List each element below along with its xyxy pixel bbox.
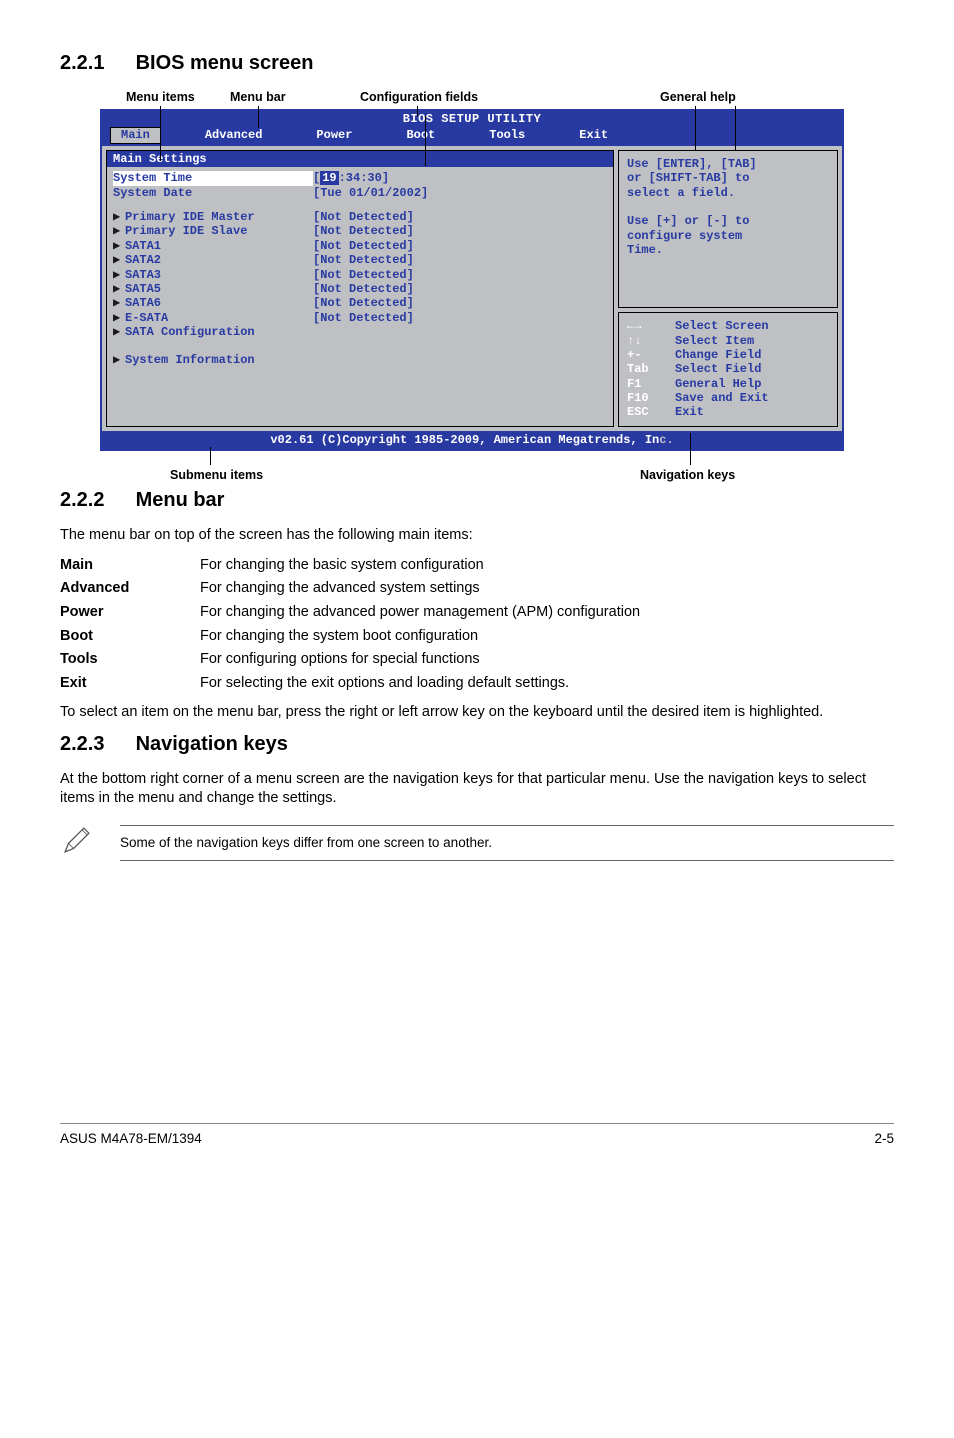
device-value: [Not Detected] (313, 296, 414, 310)
device-value: [Not Detected] (313, 253, 414, 267)
section-222-outro: To select an item on the menu bar, press… (60, 703, 894, 723)
chevron-right-icon: ▶ (113, 325, 125, 339)
section-title: Menu bar (136, 489, 225, 511)
desc-row: AdvancedFor changing the advanced system… (60, 577, 640, 601)
system-time-label: System Time (113, 171, 313, 185)
callout-menu-bar: Menu bar (230, 89, 286, 106)
callout-general-help: General help (660, 89, 736, 106)
bios-right-pane: Use [ENTER], [TAB] or [SHIFT-TAB] to sel… (618, 150, 838, 427)
sata-config-label: SATA Configuration (125, 325, 255, 339)
nav-key-row: F1General Help (627, 377, 829, 391)
chevron-right-icon: ▶ (113, 311, 125, 325)
tab-boot[interactable]: Boot (396, 127, 445, 143)
tab-tools[interactable]: Tools (479, 127, 535, 143)
section-title: Navigation keys (136, 733, 288, 755)
chevron-right-icon: ▶ (113, 239, 125, 253)
row-device[interactable]: ▶SATA3[Not Detected] (113, 268, 607, 282)
system-date-value: [Tue 01/01/2002] (313, 186, 428, 200)
desc-row: ExitFor selecting the exit options and l… (60, 672, 640, 696)
footer-right: 2-5 (874, 1130, 894, 1148)
system-time-value: [19:34:30] (313, 171, 389, 185)
page-footer: ASUS M4A78-EM/1394 2-5 (60, 1123, 894, 1148)
nav-key-row: ←→Select Screen (627, 319, 829, 333)
section-number: 2.2.3 (60, 731, 130, 758)
desc-row: BootFor changing the system boot configu… (60, 625, 640, 649)
section-title: BIOS menu screen (136, 52, 314, 74)
bios-nav-keys: ←→Select Screen↑↓Select Item+-Change Fie… (618, 312, 838, 427)
chevron-right-icon: ▶ (113, 282, 125, 296)
bios-screen: BIOS SETUP UTILITY Main Advanced Power B… (100, 109, 844, 451)
section-number: 2.2.1 (60, 50, 130, 77)
chevron-right-icon: ▶ (113, 353, 125, 367)
row-device[interactable]: ▶SATA2[Not Detected] (113, 253, 607, 267)
bios-left-pane: Main Settings System Time [19:34:30] Sys… (106, 150, 614, 427)
callout-row-top: Menu items Menu bar Configuration fields… (100, 89, 840, 109)
chevron-right-icon: ▶ (113, 268, 125, 282)
device-value: [Not Detected] (313, 282, 414, 296)
system-info-label: System Information (125, 353, 255, 367)
tab-main[interactable]: Main (110, 127, 161, 143)
section-heading-222: 2.2.2 Menu bar (60, 487, 894, 514)
callout-config-fields: Configuration fields (360, 89, 478, 106)
row-system-info[interactable]: ▶System Information (113, 353, 607, 367)
note-text: Some of the navigation keys differ from … (120, 825, 894, 861)
row-device[interactable]: ▶SATA5[Not Detected] (113, 282, 607, 296)
menu-bar-desc-table: MainFor changing the basic system config… (60, 554, 640, 695)
nav-key-row: F10Save and Exit (627, 391, 829, 405)
device-value: [Not Detected] (313, 239, 414, 253)
section-heading-223: 2.2.3 Navigation keys (60, 731, 894, 758)
section-223-body: At the bottom right corner of a menu scr… (60, 770, 894, 809)
device-value: [Not Detected] (313, 224, 414, 238)
section-number: 2.2.2 (60, 487, 130, 514)
tab-advanced[interactable]: Advanced (195, 127, 273, 143)
nav-key-row: ↑↓Select Item (627, 334, 829, 348)
note-box: Some of the navigation keys differ from … (60, 823, 894, 864)
desc-row: MainFor changing the basic system config… (60, 554, 640, 578)
chevron-right-icon: ▶ (113, 296, 125, 310)
bios-menubar: Main Advanced Power Boot Tools Exit (102, 127, 842, 145)
row-system-time[interactable]: System Time [19:34:30] (113, 171, 607, 185)
device-value: [Not Detected] (313, 311, 414, 325)
callout-row-bottom: Submenu items Navigation keys (100, 451, 840, 487)
callout-menu-items: Menu items (126, 89, 195, 106)
row-device[interactable]: ▶Primary IDE Slave[Not Detected] (113, 224, 607, 238)
chevron-right-icon: ▶ (113, 253, 125, 267)
callout-navkeys: Navigation keys (640, 467, 735, 484)
footer-left: ASUS M4A78-EM/1394 (60, 1130, 202, 1148)
nav-key-row: TabSelect Field (627, 362, 829, 376)
row-device[interactable]: ▶SATA1[Not Detected] (113, 239, 607, 253)
row-system-date[interactable]: System Date [Tue 01/01/2002] (113, 186, 607, 200)
tab-power[interactable]: Power (306, 127, 362, 143)
bios-help-text: Use [ENTER], [TAB] or [SHIFT-TAB] to sel… (618, 150, 838, 308)
device-value: [Not Detected] (313, 268, 414, 282)
row-sata-config[interactable]: ▶SATA Configuration (113, 325, 607, 339)
nav-key-row: +-Change Field (627, 348, 829, 362)
pencil-icon (60, 823, 120, 864)
device-value: [Not Detected] (313, 210, 414, 224)
row-device[interactable]: ▶E-SATA[Not Detected] (113, 311, 607, 325)
bios-title: BIOS SETUP UTILITY (102, 111, 842, 127)
row-device[interactable]: ▶Primary IDE Master[Not Detected] (113, 210, 607, 224)
desc-row: ToolsFor configuring options for special… (60, 648, 640, 672)
nav-key-row: ESCExit (627, 405, 829, 419)
chevron-right-icon: ▶ (113, 210, 125, 224)
desc-row: PowerFor changing the advanced power man… (60, 601, 640, 625)
chevron-right-icon: ▶ (113, 224, 125, 238)
bios-footer: v02.61 (C)Copyright 1985-2009, American … (102, 431, 842, 449)
system-date-label: System Date (113, 186, 313, 200)
callout-submenu: Submenu items (170, 467, 263, 484)
row-device[interactable]: ▶SATA6[Not Detected] (113, 296, 607, 310)
section-222-intro: The menu bar on top of the screen has th… (60, 526, 894, 546)
section-heading-221: 2.2.1 BIOS menu screen (60, 50, 894, 77)
bios-section-header: Main Settings (107, 151, 613, 167)
tab-exit[interactable]: Exit (569, 127, 618, 143)
